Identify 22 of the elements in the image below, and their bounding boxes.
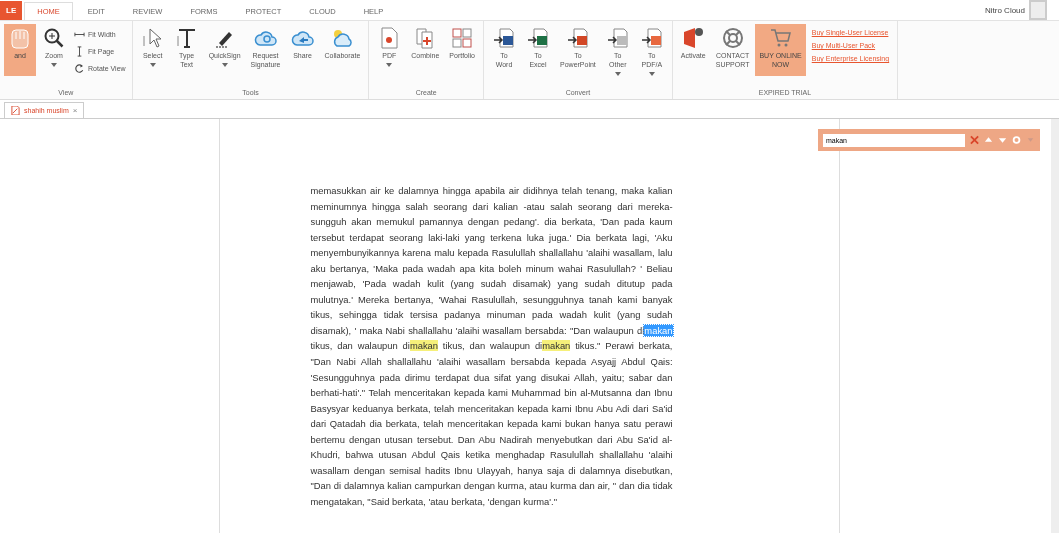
down-arrow-icon[interactable] [997, 135, 1007, 145]
up-arrow-icon[interactable] [983, 135, 993, 145]
caret-icon[interactable] [1025, 135, 1035, 145]
search-icon [42, 26, 66, 50]
file-convert-icon [605, 26, 630, 50]
powerpoint-icon [565, 26, 590, 50]
word-icon [492, 26, 516, 50]
rotate-icon [74, 63, 85, 74]
avatar-icon[interactable] [1029, 0, 1047, 20]
pdf-file-icon [11, 106, 20, 115]
settings-icon[interactable] [1011, 135, 1021, 145]
file-tab[interactable]: LE [0, 1, 23, 20]
grid-icon [450, 26, 475, 50]
hand-icon [8, 26, 32, 50]
close-icon[interactable]: × [72, 106, 78, 115]
excel-icon [526, 26, 550, 50]
lifebuoy-icon [720, 26, 745, 50]
account-name[interactable]: Nitro Cloud [985, 5, 1025, 15]
office-icon [681, 26, 706, 50]
clear-icon[interactable] [969, 135, 979, 145]
file-convert-icon [639, 26, 664, 50]
scrollbar[interactable] [1051, 119, 1059, 533]
